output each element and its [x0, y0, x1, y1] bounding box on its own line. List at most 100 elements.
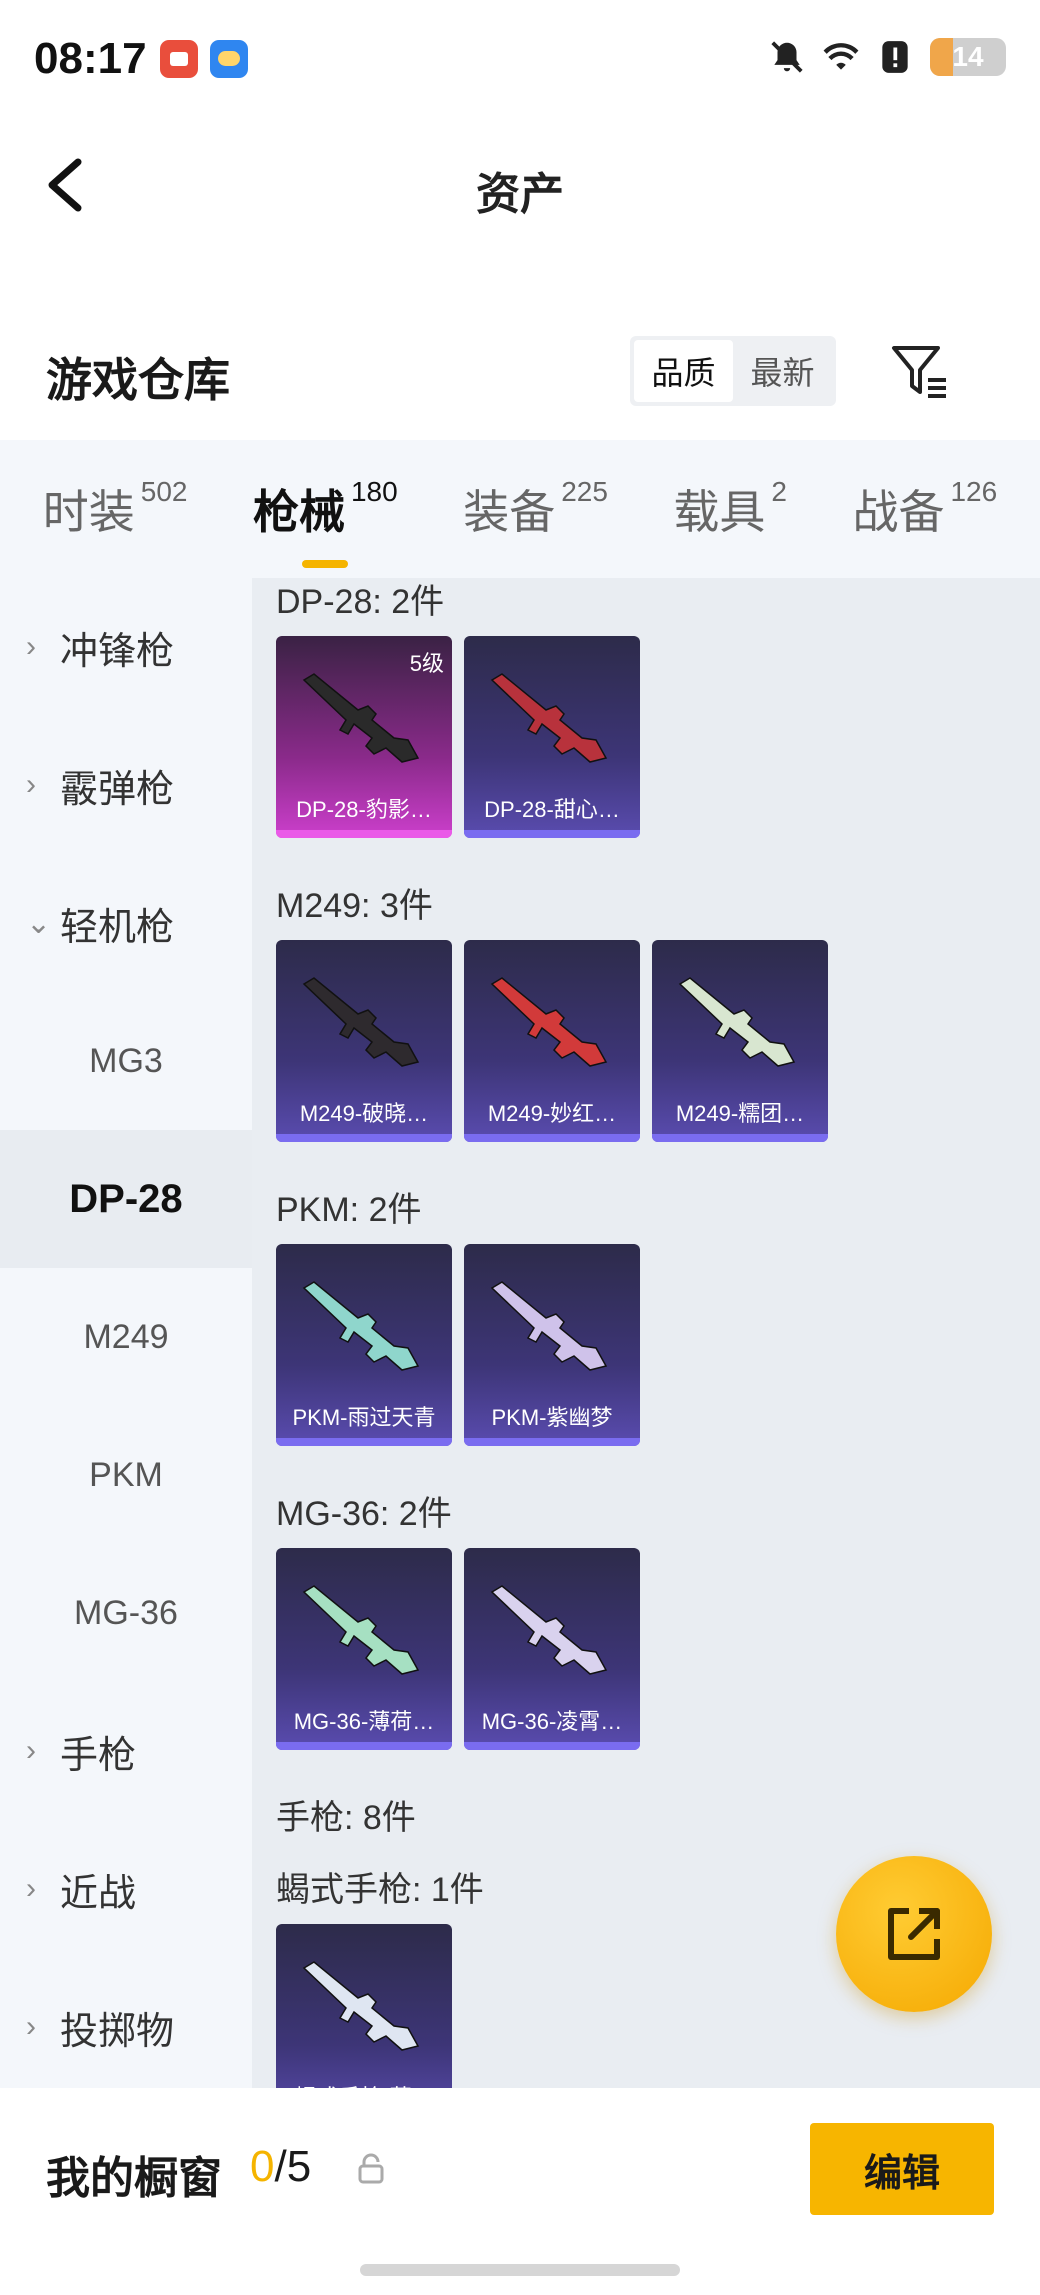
item-name: 蝎式手枪-蓝… [284, 2080, 444, 2088]
sidebar-item-label: M249 [83, 1317, 169, 1356]
sidebar-item[interactable]: ⌄ 轻机枪 [0, 854, 252, 992]
notification-app-icon [160, 40, 198, 78]
tab-vehicles[interactable]: 载具 2 [673, 476, 787, 542]
chevron-right-icon: › [26, 768, 36, 801]
status-bar: 08:17 14 [0, 0, 1040, 120]
weapon-skin-image [302, 673, 420, 763]
tab-supplies[interactable]: 战备 126 [852, 476, 997, 542]
item-card[interactable]: MG-36-薄荷… [276, 1548, 452, 1750]
group-title: PKM: 2件 [276, 1191, 422, 1229]
weapon-skin-image [302, 1585, 420, 1675]
weapon-skin-image [490, 1281, 608, 1371]
sort-toggle: 品质 最新 [630, 336, 836, 406]
tab-count: 225 [561, 476, 608, 507]
item-name: MG-36-凌霄… [481, 1709, 623, 1734]
item-row: PKM-雨过天青 PKM-紫幽梦 [252, 1244, 1040, 1446]
chevron-right-icon: › [26, 1734, 36, 1767]
tab-equipment[interactable]: 装备 225 [463, 476, 608, 542]
sort-newest-button[interactable]: 最新 [733, 340, 832, 402]
sidebar-item[interactable]: M249 [0, 1268, 252, 1406]
item-row: MG-36-薄荷… MG-36-凌霄… [252, 1548, 1040, 1750]
sidebar-item-label: 冲锋枪 [60, 630, 175, 673]
share-button[interactable] [836, 1856, 992, 2012]
rarity-strip [276, 1134, 452, 1142]
sidebar-item-label: PKM [89, 1455, 163, 1494]
rarity-strip [464, 1438, 640, 1446]
nav-bar: 资产 [0, 130, 1040, 240]
rarity-strip [464, 1742, 640, 1750]
tab-active-indicator [302, 560, 349, 568]
tab-label: 时装 [42, 486, 135, 538]
item-card[interactable]: M249-破晓… [276, 940, 452, 1142]
showcase-bar: 我的橱窗 0/5 编辑 [0, 2088, 1040, 2295]
item-card[interactable]: PKM-紫幽梦 [464, 1244, 640, 1446]
item-name: PKM-雨过天青 [292, 1405, 436, 1430]
chevron-right-icon: › [26, 2010, 36, 2043]
sidebar-item[interactable]: PKM [0, 1406, 252, 1544]
sidebar-item[interactable]: MG3 [0, 992, 252, 1130]
rarity-strip [276, 830, 452, 838]
showcase-total: /5 [274, 2142, 312, 2191]
share-external-icon [888, 1908, 940, 1960]
rarity-strip [464, 1134, 640, 1142]
item-name: M249-妙红… [487, 1101, 617, 1126]
category-tabs: 时装 502 枪械 180 装备 225 载具 2 战备 126 [0, 440, 1040, 580]
lock-icon [358, 2153, 384, 2184]
weapon-skin-image [490, 977, 608, 1067]
tab-label: 枪械 [252, 486, 345, 538]
chevron-down-icon: ⌄ [26, 906, 52, 940]
sidebar-item[interactable]: DP-28 [0, 1130, 252, 1268]
tab-label: 战备 [852, 486, 945, 538]
weather-app-icon [210, 40, 248, 78]
sidebar-item[interactable]: › 冲锋枪 [0, 578, 252, 716]
wifi-icon [823, 43, 859, 70]
sidebar-item-label: 霰弹枪 [60, 768, 175, 811]
tab-count: 180 [350, 476, 398, 507]
group-title: DP-28: 2件 [276, 583, 445, 621]
page-title: 资产 [476, 170, 564, 219]
status-icons: 14 [768, 38, 1006, 76]
item-card[interactable]: M249-糯团… [652, 940, 828, 1142]
sidebar-item[interactable]: › 投掷物 [0, 1958, 252, 2088]
weapon-sidebar: › 冲锋枪 › 霰弹枪 ⌄ 轻机枪 MG3 DP-28 M249 PKM MG-36 › 手枪 › 近战 › 投… [0, 578, 252, 2088]
item-name: PKM-紫幽梦 [491, 1405, 613, 1430]
item-name: M249-破晓… [299, 1101, 429, 1126]
tab-label: 载具 [673, 486, 766, 538]
filter-icon[interactable] [888, 340, 952, 404]
showcase-label: 我的橱窗 [46, 2154, 222, 2203]
sidebar-item-label: MG3 [89, 1041, 163, 1080]
rarity-strip [652, 1134, 828, 1142]
showcase-count: 0/5 [250, 2142, 311, 2192]
weapon-skin-image [302, 1281, 420, 1371]
sidebar-item[interactable]: MG-36 [0, 1544, 252, 1682]
item-name: M249-糯团… [675, 1101, 805, 1126]
home-indicator[interactable] [360, 2264, 680, 2276]
item-card[interactable]: 蝎式手枪-蓝… [276, 1924, 452, 2088]
tab-fashion[interactable]: 时装 502 [43, 476, 188, 542]
item-level-badge: 5级 [409, 651, 444, 676]
weapon-skin-image [490, 1585, 608, 1675]
item-name: DP-28-豹影… [296, 797, 432, 822]
item-card[interactable]: M249-妙红… [464, 940, 640, 1142]
item-card[interactable]: PKM-雨过天青 [276, 1244, 452, 1446]
tab-count: 502 [140, 476, 188, 507]
warehouse-header: 游戏仓库 品质 最新 [0, 330, 1040, 420]
battery-level: 14 [952, 41, 984, 72]
sidebar-item[interactable]: › 霰弹枪 [0, 716, 252, 854]
item-card[interactable]: 5级 DP-28-豹影… [276, 636, 452, 838]
item-row: 5级 DP-28-豹影… DP-28-甜心… [252, 636, 1040, 838]
tab-firearms[interactable]: 枪械 180 [252, 476, 398, 568]
rarity-strip [464, 830, 640, 838]
edit-button[interactable]: 编辑 [810, 2123, 994, 2215]
weapon-skin-image [302, 1961, 420, 2051]
sort-quality-button[interactable]: 品质 [634, 340, 733, 402]
item-card[interactable]: DP-28-甜心… [464, 636, 640, 838]
item-name: MG-36-薄荷… [293, 1709, 435, 1734]
sidebar-item[interactable]: › 近战 [0, 1820, 252, 1958]
sidebar-item-label: 近战 [60, 1872, 137, 1915]
sidebar-item[interactable]: › 手枪 [0, 1682, 252, 1820]
item-card[interactable]: MG-36-凌霄… [464, 1548, 640, 1750]
sidebar-item-label: MG-36 [74, 1593, 178, 1632]
alert-icon [882, 41, 908, 73]
tab-count: 2 [771, 476, 787, 507]
